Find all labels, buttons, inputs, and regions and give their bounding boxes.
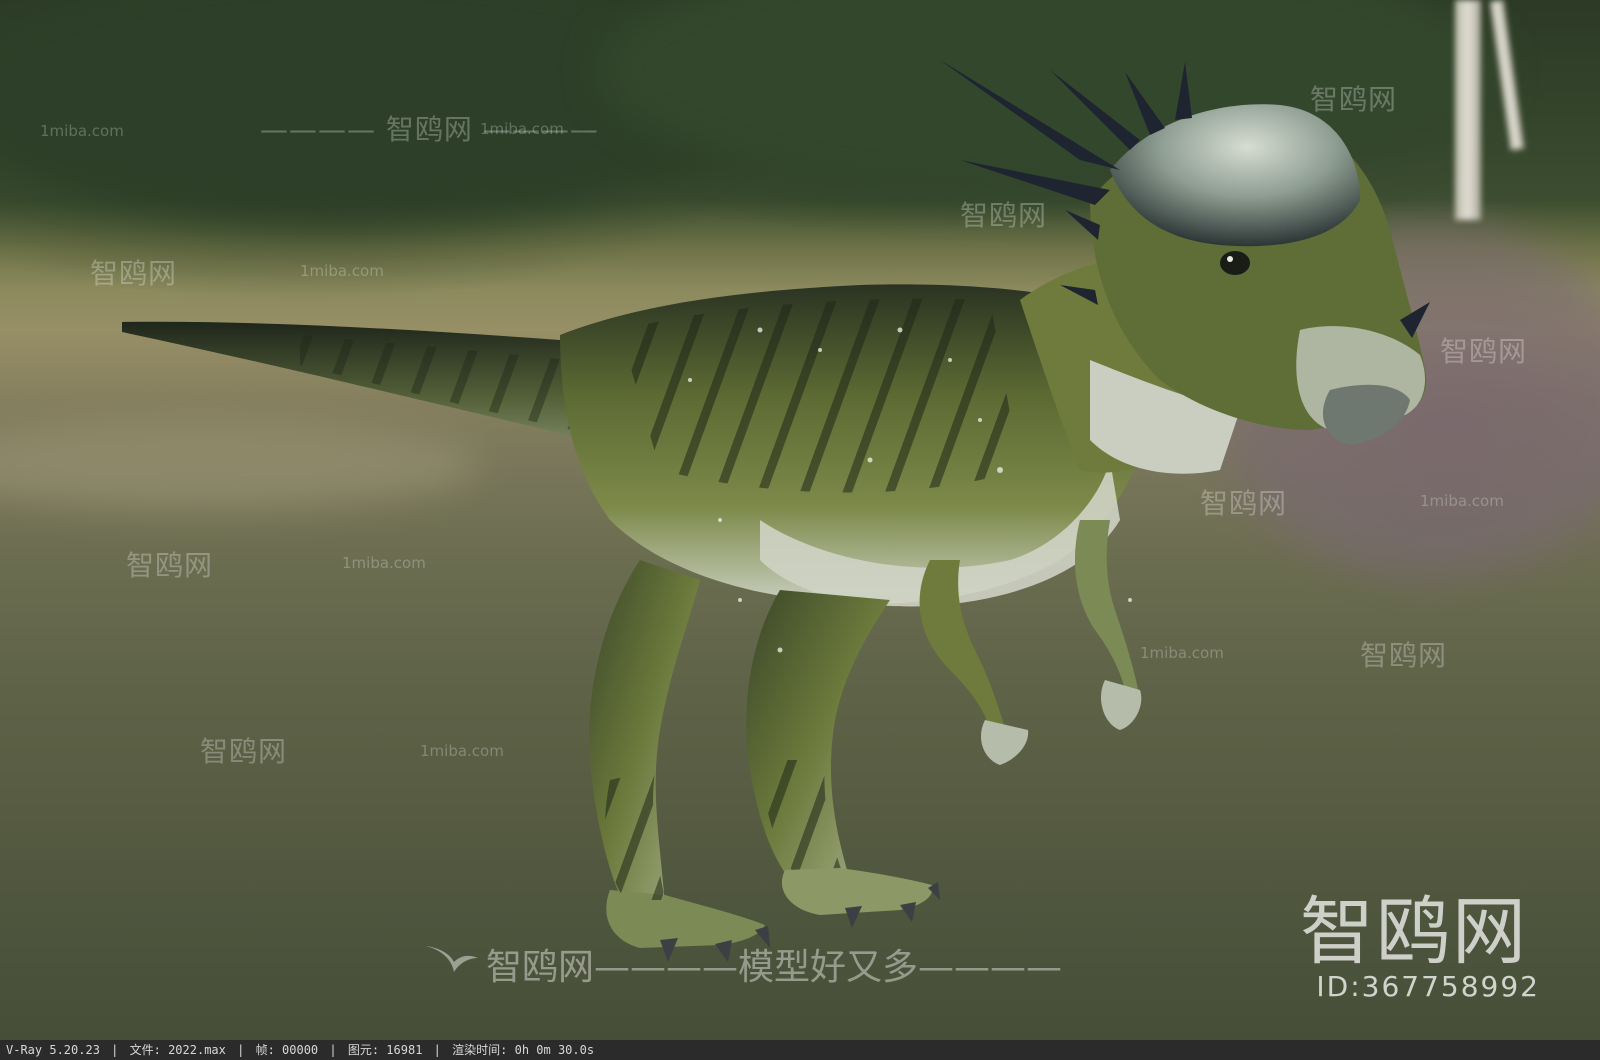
status-render-time: 渲染时间: 0h 0m 30.0s	[452, 1043, 595, 1057]
status-divider: |	[433, 1043, 441, 1057]
watermark-slogan: 智鸥网————模型好又多————	[486, 947, 1063, 988]
status-frame: 帧: 00000	[255, 1043, 319, 1057]
watermark-model-id: ID:367758992	[1316, 970, 1540, 1003]
status-divider: |	[237, 1043, 245, 1057]
status-file: 文件: 2022.max	[129, 1043, 226, 1057]
render-viewport: ———— 智鸥网 ———— 1miba.com 1miba.com 智鸥网 智鸥…	[0, 0, 1600, 1040]
status-divider: |	[111, 1043, 119, 1057]
eye	[1220, 251, 1250, 275]
body-stripes	[620, 298, 1020, 493]
watermark-big-logo: 智鸥网	[1300, 889, 1528, 975]
front-hand	[980, 720, 1029, 765]
status-divider: |	[329, 1043, 337, 1057]
beak	[1322, 384, 1410, 445]
eye-highlight	[1227, 256, 1233, 262]
far-arm	[1075, 520, 1140, 700]
render-status-bar: V-Ray 5.20.23 | 文件: 2022.max | 帧: 00000 …	[0, 1040, 1600, 1060]
status-renderer: V-Ray 5.20.23	[6, 1043, 100, 1057]
status-primitives: 图元: 16981	[347, 1043, 423, 1057]
